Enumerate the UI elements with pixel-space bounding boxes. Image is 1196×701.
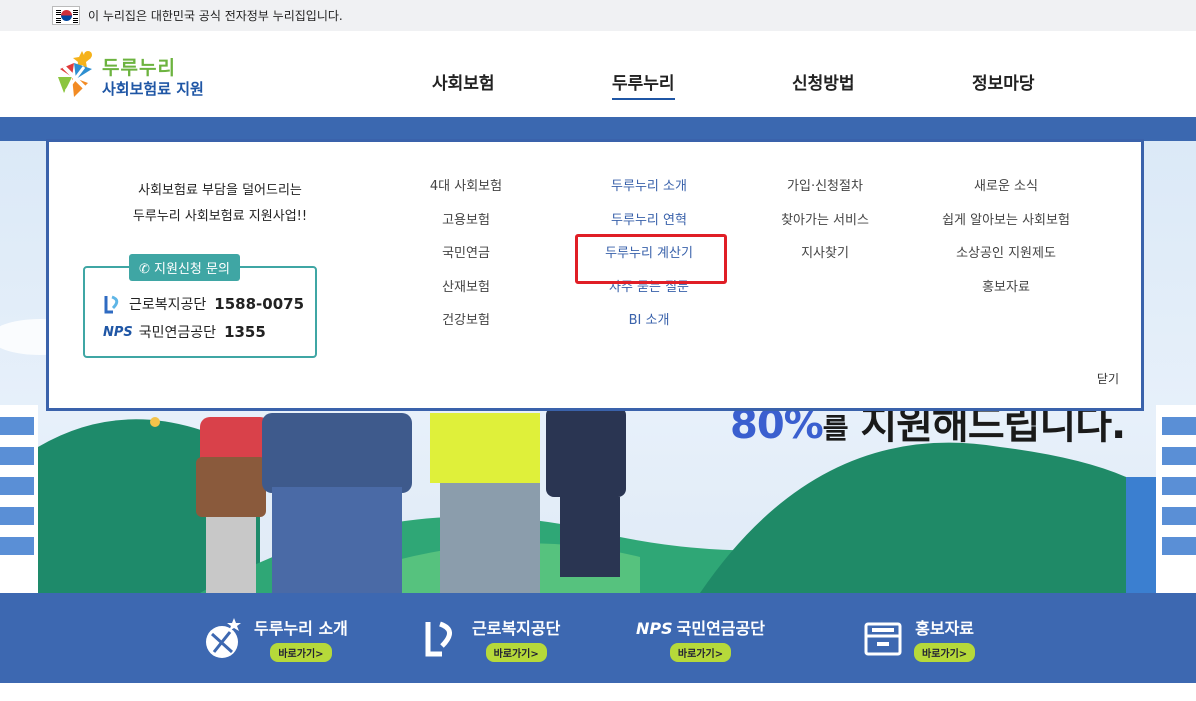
footer-strip (0, 683, 1196, 701)
panel-close-button[interactable]: 닫기 (1097, 370, 1119, 387)
menu-item-health-insurance[interactable]: 건강보험 (442, 310, 490, 344)
contact-org-nps: 국민연금공단 (138, 325, 217, 341)
panel-intro: 사회보험료 부담을 덜어드리는 두루누리 사회보험료 지원사업!! (105, 178, 335, 230)
quick-link-kcomwel[interactable]: 근로복지공단 바로가기> (420, 613, 560, 663)
contact-phone-kcomwel: 1588-0075 (214, 295, 305, 313)
contact-box: ✆ 지원신청 문의 근로복지공단 1588-0075 NPS 국민연금공단 13… (83, 254, 317, 358)
contact-phone-nps: 1355 (224, 323, 266, 341)
go-button[interactable]: 바로가기> (914, 642, 976, 662)
menu-item-bi-intro[interactable]: BI 소개 (629, 310, 670, 344)
durunuri-star-icon (206, 618, 241, 658)
menu-col-social-insurance: 4대 사회보험 고용보험 국민연금 산재보험 건강보험 (401, 176, 531, 344)
contact-org-kcomwel: 근로복지공단 (129, 297, 207, 313)
logo-subtitle: 사회보험료 지원 (102, 80, 204, 98)
contact-title: 지원신청 문의 (154, 262, 230, 277)
site-header: 두루누리 사회보험료 지원 사회보험 두루누리 신청방법 정보마당 (0, 31, 1196, 117)
quick-link-title: 홍보자료 (915, 618, 975, 638)
gnb-item-durunuri[interactable]: 두루누리 (612, 69, 675, 100)
archive-box-icon (864, 622, 902, 656)
gov-banner: 이 누리집은 대한민국 공식 전자정부 누리집입니다. (0, 0, 1196, 31)
menu-item-industrial-accident[interactable]: 산재보험 (442, 277, 490, 311)
menu-item-promo-materials[interactable]: 홍보자료 (982, 277, 1030, 311)
durunuri-logo-icon (58, 51, 92, 97)
go-button[interactable]: 바로가기> (270, 642, 332, 662)
menu-item-visiting-service[interactable]: 찾아가는 서비스 (781, 210, 869, 244)
calculator-highlight-box (575, 234, 727, 284)
go-button[interactable]: 바로가기> (669, 642, 732, 662)
menu-item-join-procedure[interactable]: 가입·신청절차 (787, 176, 863, 210)
menu-col-info-center: 새로운 소식 쉽게 알아보는 사회보험 소상공인 지원제도 홍보자료 (921, 176, 1091, 310)
korea-flag-icon (52, 6, 80, 25)
kcomwel-icon (425, 621, 452, 657)
nps-logo-text: NPS (636, 618, 673, 638)
gov-banner-text: 이 누리집은 대한민국 공식 전자정부 누리집입니다. (88, 9, 343, 23)
menu-item-employment-insurance[interactable]: 고용보험 (442, 210, 490, 244)
menu-item-easy-social-insurance[interactable]: 쉽게 알아보는 사회보험 (942, 210, 1070, 244)
site-logo[interactable]: 두루누리 사회보험료 지원 (54, 45, 224, 101)
nps-logo-icon: NPS (103, 324, 133, 340)
menu-item-branch-finder[interactable]: 지사찾기 (801, 243, 849, 277)
menu-col-how-to-apply: 가입·신청절차 찾아가는 서비스 지사찾기 (755, 176, 895, 277)
menu-item-4-insurance[interactable]: 4대 사회보험 (430, 176, 502, 210)
menu-item-durunuri-intro[interactable]: 두루누리 소개 (611, 176, 687, 210)
quick-link-title: 두루누리 소개 (254, 618, 348, 638)
contact-title-badge: ✆ 지원신청 문의 (129, 254, 240, 281)
quick-link-title: 근로복지공단 (472, 618, 561, 638)
gnb-item-info-center[interactable]: 정보마당 (972, 69, 1035, 94)
quick-links-bar: 두루누리 소개 바로가기> 근로복지공단 바로가기> NPS 국민연금공단 바로가… (0, 593, 1196, 683)
quick-link-title: NPS 국민연금공단 (636, 618, 765, 638)
gnb-item-social-insurance[interactable]: 사회보험 (432, 69, 495, 94)
hero-particle: 를 (822, 412, 849, 445)
intro-line-2: 두루누리 사회보험료 지원사업!! (132, 209, 308, 224)
menu-item-news[interactable]: 새로운 소식 (974, 176, 1038, 210)
intro-line-1: 사회보험료 부담을 덜어드리는 (138, 183, 302, 198)
contact-row-nps: NPS 국민연금공단 1355 (103, 322, 266, 342)
kcomwel-logo-icon (104, 295, 119, 314)
mega-menu-panel: 사회보험료 부담을 덜어드리는 두루누리 사회보험료 지원사업!! ✆ 지원신청… (46, 139, 1144, 411)
menu-item-small-business-support[interactable]: 소상공인 지원제도 (956, 243, 1056, 277)
gnb-item-how-to-apply[interactable]: 신청방법 (792, 69, 855, 94)
menu-item-national-pension[interactable]: 국민연금 (442, 243, 490, 277)
contact-row-kcomwel: 근로복지공단 1588-0075 (103, 294, 304, 314)
go-button[interactable]: 바로가기> (485, 642, 547, 662)
quick-link-promo[interactable]: 홍보자료 바로가기> (862, 613, 976, 663)
phone-icon: ✆ (139, 262, 150, 277)
quick-link-nps[interactable]: NPS 국민연금공단 바로가기> (636, 613, 765, 663)
logo-title: 두루누리 (102, 57, 176, 79)
quick-link-durunuri[interactable]: 두루누리 소개 바로가기> (202, 613, 348, 663)
